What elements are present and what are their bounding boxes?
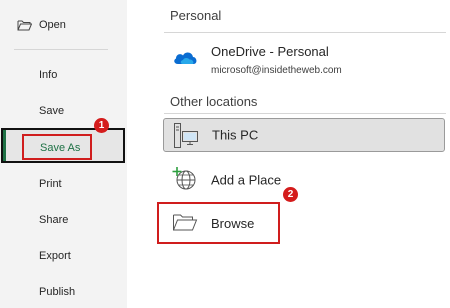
location-label: This PC [212, 127, 259, 143]
folder-open-icon [17, 20, 32, 31]
section-divider [164, 113, 446, 114]
sidebar-item-export[interactable]: Export [0, 241, 127, 271]
sidebar-item-label: Export [39, 250, 71, 262]
onedrive-title: OneDrive - Personal [211, 44, 329, 59]
sidebar-item-print[interactable]: Print [0, 169, 127, 199]
location-label: Browse [211, 216, 255, 231]
step-badge: 2 [283, 187, 298, 202]
onedrive-cloud-icon [174, 52, 197, 64]
add-place-icon [172, 167, 196, 190]
sidebar-item-label: Open [39, 19, 66, 31]
onedrive-email: microsoft@insidetheweb.com [211, 65, 342, 76]
sidebar-item-publish[interactable]: Publish [0, 277, 127, 307]
section-divider [164, 32, 446, 33]
sidebar-item-label: Print [39, 178, 62, 190]
sidebar-item-share[interactable]: Share [0, 205, 127, 235]
location-label: Add a Place [211, 172, 282, 188]
computer-icon [174, 123, 198, 148]
section-heading-other-locations: Other locations [170, 94, 258, 109]
sidebar-item-open[interactable]: Open [0, 10, 127, 40]
sidebar-item-info[interactable]: Info [0, 60, 127, 90]
sidebar-item-label: Save As [40, 142, 81, 154]
sidebar-divider [14, 49, 108, 50]
folder-icon [173, 214, 198, 231]
location-add-a-place[interactable]: Add a Place [163, 163, 445, 197]
step-badge: 1 [94, 118, 109, 133]
sidebar-item-label: Info [39, 69, 58, 81]
sidebar-item-label: Publish [39, 286, 76, 298]
section-heading-personal: Personal [170, 8, 222, 23]
sidebar-item-label: Save [39, 105, 65, 117]
location-this-pc[interactable]: This PC [163, 118, 445, 152]
sidebar-item-label: Share [39, 214, 69, 226]
selection-indicator [3, 130, 6, 161]
